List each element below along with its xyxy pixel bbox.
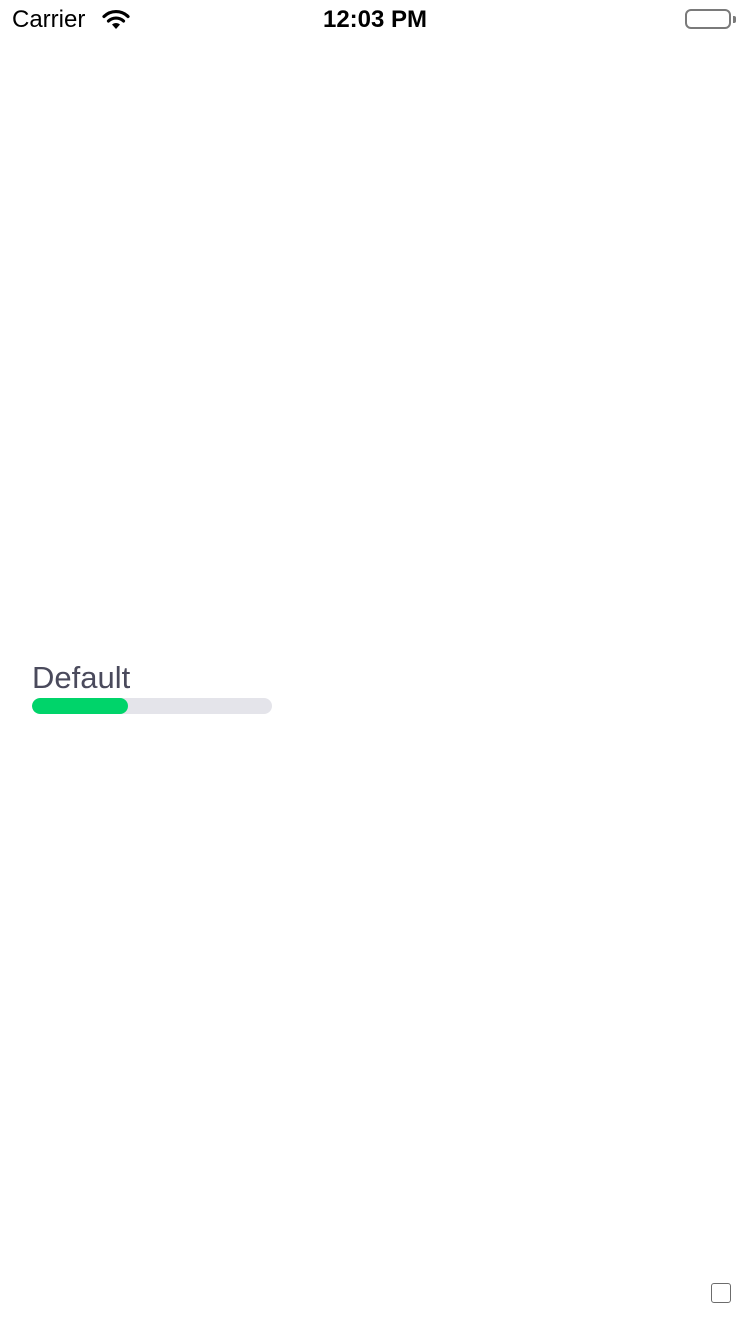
progress-label: Default xyxy=(32,660,131,695)
status-time: 12:03 PM xyxy=(322,6,428,33)
battery-icon xyxy=(685,9,739,33)
checkbox-icon[interactable] xyxy=(711,1283,731,1303)
app-screen: Carrier 12:03 PM Default xyxy=(0,0,750,1334)
progress-bar-block: Default xyxy=(32,660,272,714)
progress-fill xyxy=(32,698,128,714)
progress-track xyxy=(32,698,272,714)
status-bar: Carrier 12:03 PM xyxy=(0,0,750,40)
